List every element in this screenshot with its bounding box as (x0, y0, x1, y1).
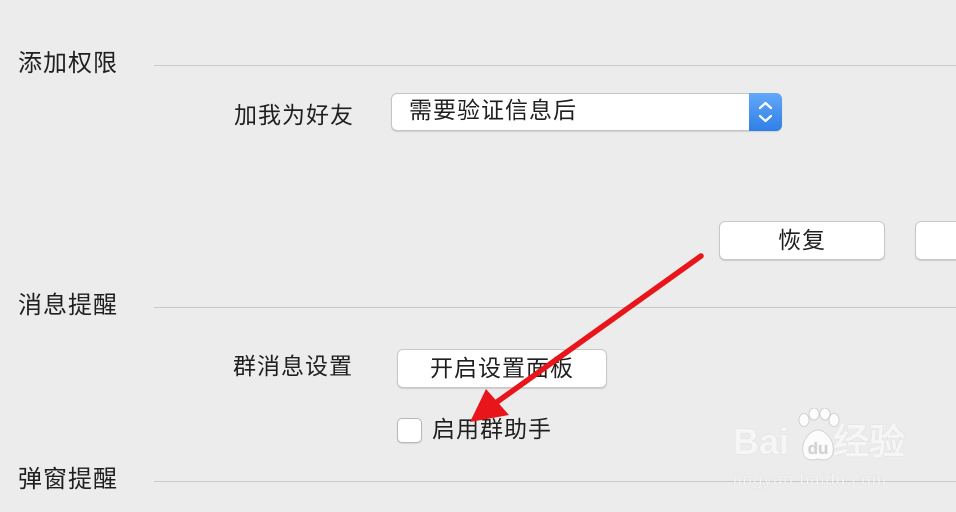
baidu-paw-icon: du (795, 407, 841, 470)
add-friend-popup-value: 需要验证信息后 (409, 98, 577, 124)
open-settings-panel-button[interactable]: 开启设置面板 (397, 349, 607, 388)
group-assistant-checkbox[interactable] (397, 418, 422, 443)
svg-text:du: du (808, 439, 829, 458)
watermark-url: jingyan.baidu.com (733, 470, 888, 489)
section-title-message-reminder: 消息提醒 (18, 291, 118, 319)
section-title-popup-reminder: 弹窗提醒 (18, 465, 118, 493)
group-message-label: 群消息设置 (233, 354, 353, 380)
add-friend-popup[interactable]: 需要验证信息后 (391, 93, 782, 131)
add-friend-label: 加我为好友 (234, 103, 354, 129)
restore-button[interactable]: 恢复 (719, 221, 885, 260)
baidu-watermark: Bai 经验 du jingyan.baidu.com (733, 407, 943, 492)
section-divider (154, 65, 956, 66)
partial-right-button[interactable] (915, 221, 956, 260)
section-divider (154, 307, 956, 308)
up-down-chevron-icon (749, 93, 782, 131)
watermark-brand-left: Bai (733, 421, 790, 462)
watermark-brand-right: 经验 (833, 421, 906, 462)
section-title-add-permission: 添加权限 (18, 49, 118, 77)
group-assistant-label: 启用群助手 (432, 417, 552, 443)
